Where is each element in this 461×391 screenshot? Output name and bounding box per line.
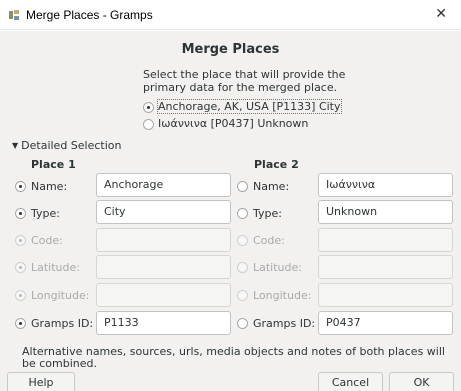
- radio-button[interactable]: [15, 208, 26, 219]
- place2-gramps-id-field[interactable]: P0437: [318, 311, 453, 335]
- place1-gramps-id-field[interactable]: P1133: [96, 311, 231, 335]
- detailed-selection-expander[interactable]: ▼ Detailed Selection: [12, 139, 122, 152]
- place2-name-radio[interactable]: Name:: [237, 180, 289, 193]
- place2-code-field[interactable]: [318, 228, 453, 252]
- place1-longitude-radio[interactable]: Longitude:: [15, 289, 89, 302]
- place1-name-radio[interactable]: Name:: [15, 180, 67, 193]
- place1-type-radio[interactable]: Type:: [15, 207, 60, 220]
- option-label: Anchorage, AK, USA [P1133] City: [157, 99, 342, 114]
- radio-button[interactable]: [237, 290, 248, 301]
- radio-button[interactable]: [237, 208, 248, 219]
- window-title: Merge Places - Gramps: [26, 8, 153, 22]
- place1-name-field[interactable]: Anchorage: [96, 173, 231, 197]
- window-titlebar: Merge Places - Gramps ✕: [0, 0, 461, 30]
- radio-button[interactable]: [237, 318, 248, 329]
- field-label: Longitude:: [31, 289, 90, 302]
- radio-button[interactable]: [15, 262, 26, 273]
- place1-type-field[interactable]: City: [96, 200, 231, 224]
- merge-note: Alternative names, sources, urls, media …: [22, 345, 445, 370]
- place1-code-radio[interactable]: Code:: [15, 234, 63, 247]
- place2-name-field[interactable]: Ιωάννινα: [318, 173, 453, 197]
- place1-longitude-field[interactable]: [96, 283, 231, 307]
- dialog-body: Merge Places Select the place that will …: [0, 31, 461, 391]
- place2-latitude-field[interactable]: [318, 255, 453, 279]
- field-label: Longitude:: [253, 289, 312, 302]
- primary-option-place1[interactable]: Anchorage, AK, USA [P1133] City: [143, 99, 342, 114]
- close-icon[interactable]: ✕: [435, 6, 447, 22]
- place1-header: Place 1: [31, 158, 76, 171]
- place1-gramps-id-radio[interactable]: Gramps ID:: [15, 317, 93, 330]
- radio-button[interactable]: [237, 262, 248, 273]
- place1-latitude-radio[interactable]: Latitude:: [15, 261, 80, 274]
- place2-gramps-id-radio[interactable]: Gramps ID:: [237, 317, 315, 330]
- place2-code-radio[interactable]: Code:: [237, 234, 285, 247]
- field-label: Gramps ID:: [253, 317, 316, 330]
- place2-latitude-radio[interactable]: Latitude:: [237, 261, 302, 274]
- place2-longitude-radio[interactable]: Longitude:: [237, 289, 311, 302]
- place2-longitude-field[interactable]: [318, 283, 453, 307]
- field-label: Name:: [253, 180, 290, 193]
- cancel-button[interactable]: Cancel: [318, 372, 383, 391]
- radio-button[interactable]: [15, 318, 26, 329]
- radio-button[interactable]: [15, 290, 26, 301]
- field-label: Code:: [31, 234, 63, 247]
- place2-type-field[interactable]: Unknown: [318, 200, 453, 224]
- field-label: Type:: [253, 207, 282, 220]
- expander-label: Detailed Selection: [21, 139, 122, 152]
- help-button[interactable]: Help: [7, 372, 75, 391]
- field-label: Latitude:: [253, 261, 302, 274]
- gramps-merge-icon: [9, 10, 19, 20]
- radio-button[interactable]: [15, 235, 26, 246]
- field-label: Code:: [253, 234, 285, 247]
- option-label: Ιωάννινα [P0437] Unknown: [158, 117, 309, 130]
- radio-button[interactable]: [15, 181, 26, 192]
- place1-code-field[interactable]: [96, 228, 231, 252]
- place1-latitude-field[interactable]: [96, 255, 231, 279]
- radio-button[interactable]: [237, 235, 248, 246]
- field-label: Type:: [31, 207, 60, 220]
- field-label: Gramps ID:: [31, 317, 94, 330]
- field-label: Name:: [31, 180, 68, 193]
- instructions-text: Select the place that will provide the p…: [143, 68, 346, 94]
- dialog-heading: Merge Places: [181, 42, 280, 57]
- field-label: Latitude:: [31, 261, 80, 274]
- place2-header: Place 2: [254, 158, 299, 171]
- radio-button[interactable]: [143, 118, 154, 130]
- radio-button[interactable]: [237, 181, 248, 192]
- triangle-down-icon: ▼: [12, 141, 19, 150]
- primary-option-place2[interactable]: Ιωάννινα [P0437] Unknown: [143, 117, 308, 130]
- radio-button[interactable]: [143, 101, 154, 113]
- place2-type-radio[interactable]: Type:: [237, 207, 282, 220]
- ok-button[interactable]: OK: [389, 372, 454, 391]
